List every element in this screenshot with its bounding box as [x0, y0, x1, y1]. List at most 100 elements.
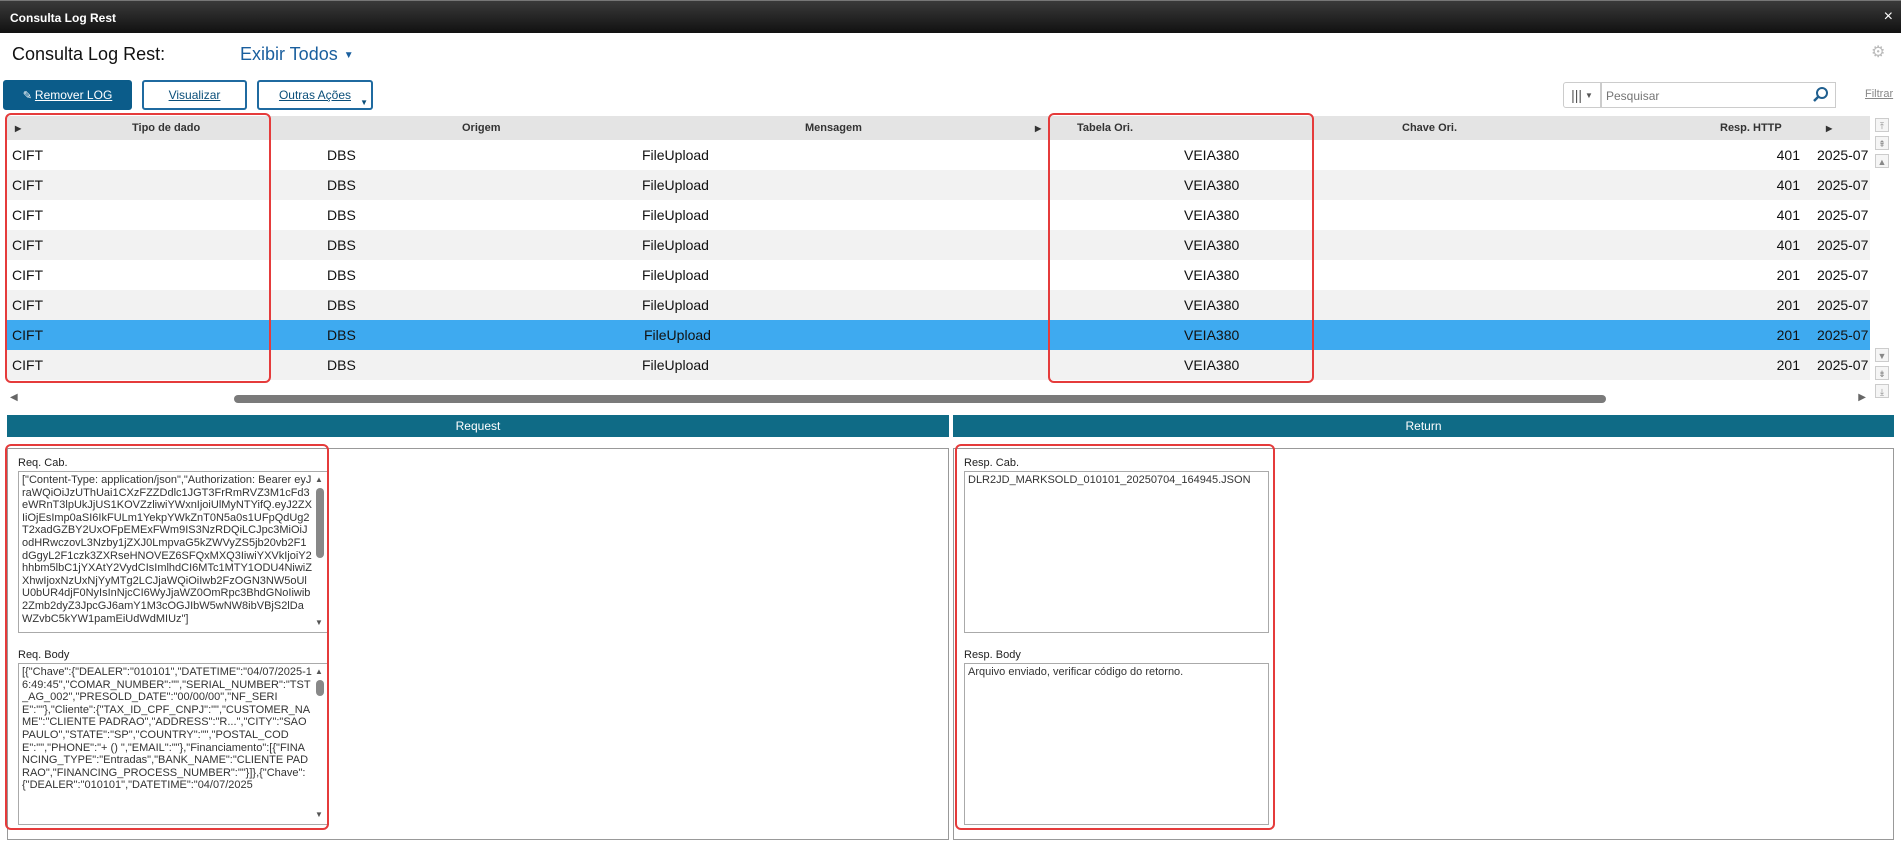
window-title: Consulta Log Rest: [10, 11, 117, 25]
col-origem[interactable]: Origem: [462, 122, 501, 134]
table-row[interactable]: CIFT DBS FileUpload VEIA380 401 2025-07: [6, 200, 1870, 230]
scroll-up-icon[interactable]: ▲: [1875, 154, 1889, 168]
cell-tabela: VEIA380: [1184, 297, 1240, 313]
window-titlebar: Consulta Log Rest ×: [0, 0, 1901, 33]
req-body-scrollbar[interactable]: ▲ ▼: [314, 666, 326, 822]
cell-origem: DBS: [327, 357, 356, 373]
expand-right-icon[interactable]: ▶: [1035, 124, 1041, 133]
cell-tabela: VEIA380: [1184, 237, 1240, 253]
col-chave-ori[interactable]: Chave Ori.: [1402, 122, 1457, 134]
cell-data: 2025-07: [1817, 207, 1869, 223]
cell-mensagem: FileUpload: [642, 357, 709, 373]
resp-body-text: Arquivo enviado, verificar código do ret…: [968, 666, 1184, 678]
cell-http: 401: [1776, 237, 1800, 253]
cell-data: 2025-07: [1817, 357, 1869, 373]
col-resp-http[interactable]: Resp. HTTP: [1720, 122, 1782, 134]
cell-http: 401: [1776, 177, 1800, 193]
view-filter-dropdown[interactable]: Exibir Todos ▼: [240, 44, 354, 65]
grid-horizontal-scrollbar[interactable]: ◀ ▶: [6, 392, 1872, 406]
table-row[interactable]: CIFT DBS FileUpload VEIA380 201 2025-07: [6, 290, 1870, 320]
req-cab-field[interactable]: ["Content-Type: application/json","Autho…: [18, 471, 329, 633]
return-panel-header: Return: [953, 415, 1894, 437]
cell-origem: DBS: [327, 327, 356, 343]
expand-right-icon[interactable]: ▶: [1826, 124, 1832, 133]
cell-http: 401: [1776, 207, 1800, 223]
col-mensagem[interactable]: Mensagem: [805, 122, 862, 134]
col-tabela-ori[interactable]: Tabela Ori.: [1077, 122, 1133, 134]
table-row[interactable]: CIFT DBS FileUpload VEIA380 401 2025-07: [6, 230, 1870, 260]
req-body-field[interactable]: [{"Chave":{"DEALER":"010101","DATETIME":…: [18, 663, 329, 825]
scroll-page-down-icon[interactable]: ⇟: [1875, 366, 1889, 380]
table-row[interactable]: CIFT DBS FileUpload VEIA380 401 2025-07: [6, 170, 1870, 200]
filter-link[interactable]: Filtrar: [1865, 88, 1893, 100]
cell-http: 201: [1776, 297, 1800, 313]
cell-tipo: CIFT: [12, 177, 44, 193]
resp-body-label: Resp. Body: [964, 649, 1021, 661]
scroll-page-up-icon[interactable]: ⇞: [1875, 136, 1889, 150]
cell-http: 201: [1776, 267, 1800, 283]
table-row[interactable]: CIFT DBS FileUpload VEIA380 201 2025-07: [6, 320, 1870, 350]
cell-tabela: VEIA380: [1184, 207, 1240, 223]
cell-data: 2025-07: [1817, 297, 1869, 313]
cell-tipo: CIFT: [12, 327, 44, 343]
columns-toggle-button[interactable]: ||| ▼: [1563, 82, 1601, 108]
scroll-down-icon[interactable]: ▼: [315, 809, 323, 822]
remove-log-label: Remover LOG: [34, 88, 113, 102]
table-row[interactable]: CIFT DBS FileUpload VEIA380 401 2025-07: [6, 140, 1870, 170]
cell-mensagem: FileUpload: [642, 237, 709, 253]
cell-origem: DBS: [327, 207, 356, 223]
resp-body-field[interactable]: Arquivo enviado, verificar código do ret…: [964, 663, 1269, 825]
cell-origem: DBS: [327, 177, 356, 193]
search-icon[interactable]: [1812, 86, 1830, 104]
req-cab-scroll-thumb[interactable]: [316, 488, 324, 558]
req-body-label: Req. Body: [18, 649, 70, 661]
pencil-icon: ✎: [22, 89, 32, 102]
scroll-right-icon[interactable]: ▶: [1858, 392, 1866, 403]
req-cab-text: ["Content-Type: application/json","Autho…: [22, 474, 312, 625]
cell-tipo: CIFT: [12, 147, 44, 163]
cell-tipo: CIFT: [12, 237, 44, 253]
cell-data: 2025-07: [1817, 237, 1869, 253]
cell-tipo: CIFT: [12, 207, 44, 223]
scroll-down-icon[interactable]: ▼: [315, 617, 323, 630]
table-row[interactable]: CIFT DBS FileUpload VEIA380 201 2025-07: [6, 260, 1870, 290]
cell-tabela: VEIA380: [1184, 177, 1240, 193]
search-box: [1601, 82, 1836, 108]
col-tipo-de-dado[interactable]: Tipo de dado: [132, 122, 200, 134]
scroll-left-icon[interactable]: ◀: [10, 392, 18, 403]
expand-left-icon[interactable]: ▶: [15, 124, 21, 133]
cell-origem: DBS: [327, 297, 356, 313]
cell-http: 201: [1776, 327, 1800, 343]
scroll-up-icon[interactable]: ▲: [315, 666, 323, 679]
page-title: Consulta Log Rest:: [12, 44, 166, 64]
resp-cab-field[interactable]: DLR2JD_MARKSOLD_010101_20250704_164945.J…: [964, 471, 1269, 633]
table-row[interactable]: CIFT DBS FileUpload VEIA380 201 2025-07: [6, 350, 1870, 380]
req-cab-scrollbar[interactable]: ▲ ▼: [314, 474, 326, 630]
cell-http: 401: [1776, 147, 1800, 163]
scroll-up-icon[interactable]: ▲: [315, 474, 323, 487]
log-grid: ▶ Tipo de dado Origem Mensagem ▶ Tabela …: [6, 116, 1870, 384]
outras-acoes-button[interactable]: Outras Ações ▼: [257, 80, 373, 110]
remove-log-button[interactable]: ✎ Remover LOG: [3, 80, 132, 110]
scroll-bottom-icon[interactable]: ⤓: [1875, 384, 1889, 398]
req-body-scroll-thumb[interactable]: [316, 680, 324, 696]
cell-mensagem: FileUpload: [644, 327, 711, 343]
columns-icon: |||: [1571, 87, 1582, 103]
cell-data: 2025-07: [1817, 177, 1869, 193]
scroll-down-icon[interactable]: ▼: [1875, 348, 1889, 362]
cell-tipo: CIFT: [12, 297, 44, 313]
view-filter-label: Exibir Todos: [240, 44, 338, 64]
close-icon[interactable]: ×: [1884, 8, 1893, 26]
cell-mensagem: FileUpload: [642, 297, 709, 313]
request-panel: Req. Cab. ["Content-Type: application/js…: [7, 448, 949, 840]
cell-tabela: VEIA380: [1184, 357, 1240, 373]
horizontal-scroll-thumb[interactable]: [234, 395, 1606, 403]
gear-icon[interactable]: ⚙: [1871, 44, 1889, 62]
grid-vertical-scrollbar[interactable]: ⤒ ⇞ ▲ ▼ ⇟ ⤓: [1873, 116, 1891, 406]
search-input[interactable]: [1606, 87, 1806, 105]
visualizar-label: Visualizar: [168, 88, 221, 102]
cell-tipo: CIFT: [12, 267, 44, 283]
visualizar-button[interactable]: Visualizar: [142, 80, 247, 110]
scroll-top-icon[interactable]: ⤒: [1875, 118, 1889, 132]
cell-tabela: VEIA380: [1184, 267, 1240, 283]
